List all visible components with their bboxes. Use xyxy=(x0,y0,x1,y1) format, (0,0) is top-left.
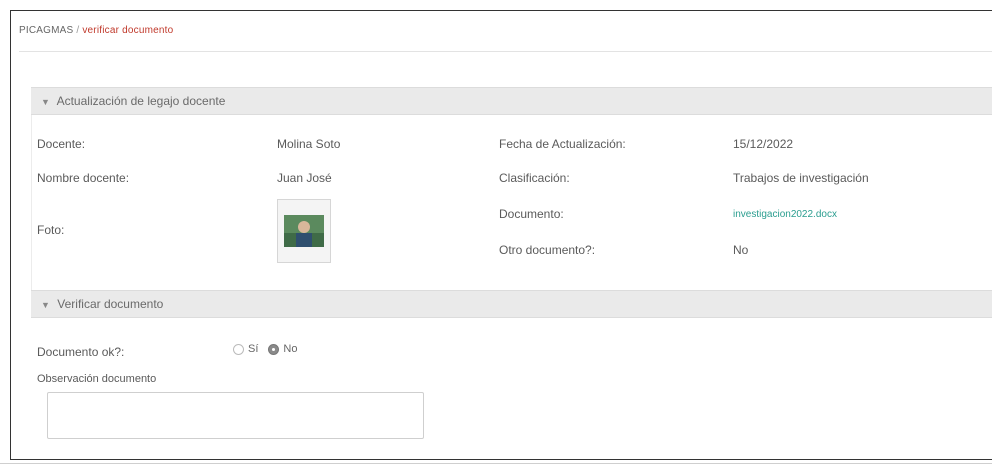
breadcrumb-separator: / xyxy=(76,25,80,36)
docente-label: Docente: xyxy=(37,137,86,151)
panel-title: Actualización de legajo docente xyxy=(56,94,226,108)
otro-documento-value: No xyxy=(733,243,749,257)
photo-thumbnail xyxy=(284,215,324,247)
nombre-docente-value: Juan José xyxy=(277,171,332,185)
radio-no-label[interactable]: No xyxy=(283,343,297,355)
docente-value: Molina Soto xyxy=(277,137,341,151)
chevron-down-icon: ▼ xyxy=(41,300,50,310)
clasificacion-value: Trabajos de investigación xyxy=(733,171,869,185)
observacion-textarea[interactable] xyxy=(47,392,424,439)
panel-header-actualizacion[interactable]: ▼ Actualización de legajo docente xyxy=(31,87,992,115)
breadcrumb: PICAGMAS / verificar documento xyxy=(19,25,173,36)
chevron-down-icon: ▼ xyxy=(41,97,50,107)
panel-header-verificar[interactable]: ▼ Verificar documento xyxy=(31,290,992,318)
foto-label: Foto: xyxy=(37,223,65,237)
breadcrumb-root[interactable]: PICAGMAS xyxy=(19,25,73,36)
documento-ok-label: Documento ok?: xyxy=(37,345,125,359)
documento-link[interactable]: investigacion2022.docx xyxy=(733,209,837,220)
content-frame: PICAGMAS / verificar documento ▼ Actuali… xyxy=(10,10,992,460)
radio-no[interactable] xyxy=(268,343,280,355)
radio-si[interactable] xyxy=(233,343,244,355)
observacion-label: Observación documento xyxy=(37,373,157,385)
documento-label: Documento: xyxy=(499,207,564,221)
otro-documento-label: Otro documento?: xyxy=(499,243,596,257)
breadcrumb-current: verificar documento xyxy=(82,25,174,36)
fecha-actualizacion-label: Fecha de Actualización: xyxy=(499,137,626,151)
fecha-actualizacion-value: 15/12/2022 xyxy=(733,137,794,151)
breadcrumb-divider xyxy=(19,51,992,52)
page-bottom-divider xyxy=(0,463,992,464)
clasificacion-label: Clasificación: xyxy=(499,171,570,185)
radio-si-label[interactable]: Sí xyxy=(248,343,258,355)
docente-photo xyxy=(277,199,331,263)
documento-ok-radio-group: Sí No xyxy=(233,343,297,355)
nombre-docente-label: Nombre docente: xyxy=(37,171,130,185)
panel-title: Verificar documento xyxy=(57,297,164,311)
